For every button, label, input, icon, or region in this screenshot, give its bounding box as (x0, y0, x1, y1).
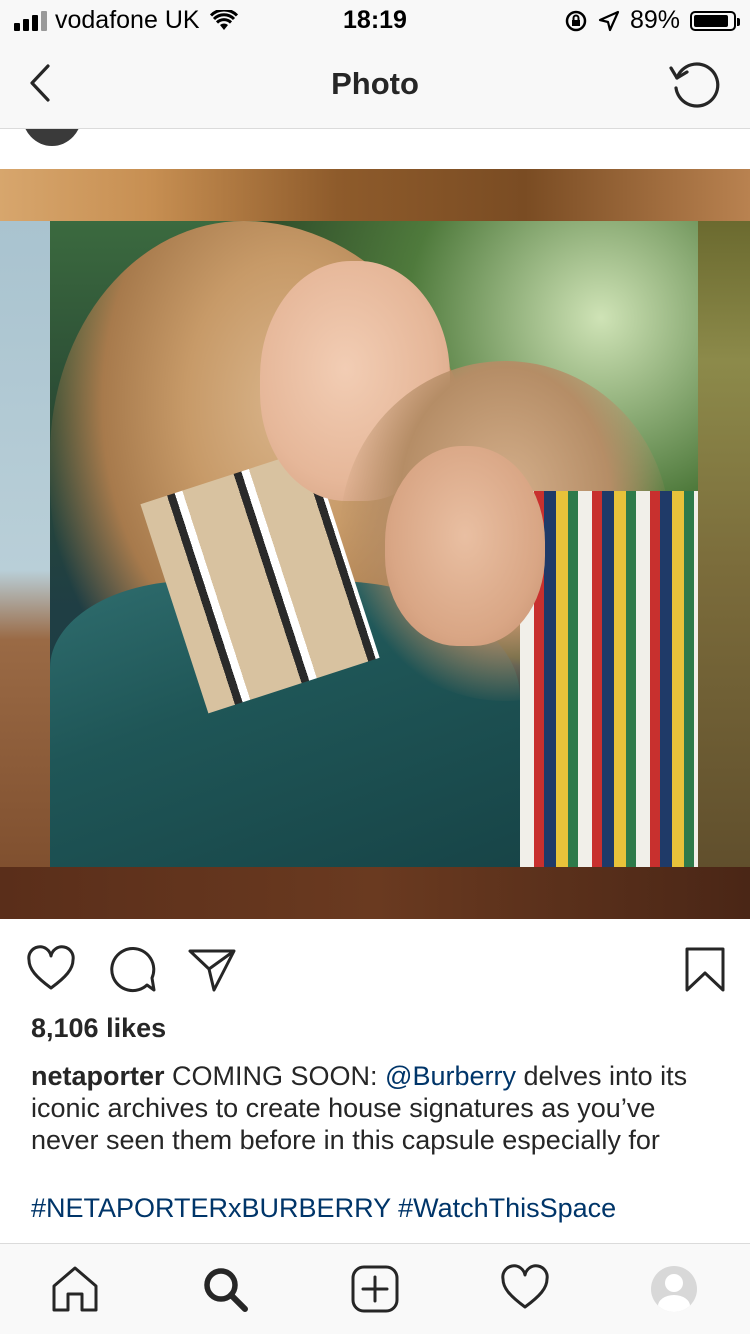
comment-icon[interactable] (107, 945, 157, 995)
tab-bar (0, 1243, 750, 1334)
activity-heart-icon[interactable] (500, 1264, 550, 1314)
search-icon[interactable] (200, 1264, 250, 1314)
caption-username[interactable]: netaporter (31, 1061, 165, 1091)
status-bar: vodafone UK 18:19 89% (0, 0, 750, 40)
nav-bar: Photo (0, 40, 750, 129)
rotation-lock-icon (565, 10, 587, 31)
caption-hashtags[interactable]: #NETAPORTERxBURBERRY #WatchThisSpace (31, 1192, 616, 1224)
home-icon[interactable] (50, 1264, 100, 1314)
share-icon[interactable] (187, 945, 237, 995)
photo-portrait (50, 221, 698, 867)
caption-mention[interactable]: @Burberry (385, 1061, 516, 1091)
location-arrow-icon (598, 10, 620, 31)
bookmark-icon[interactable] (680, 945, 730, 995)
post-actions (0, 919, 750, 1015)
page-title: Photo (331, 66, 419, 101)
post-photo[interactable] (0, 169, 750, 919)
heart-icon[interactable] (26, 945, 76, 995)
post-header (0, 129, 750, 169)
status-right: 89% (564, 6, 740, 35)
refresh-icon[interactable] (668, 58, 722, 112)
add-post-icon[interactable] (350, 1264, 400, 1314)
like-count[interactable]: 8,106 likes (31, 1013, 166, 1044)
profile-avatar[interactable] (651, 1266, 697, 1312)
post-caption: netaporter COMING SOON: @Burberry delves… (31, 1060, 721, 1156)
caption-text-1: COMING SOON: (164, 1061, 386, 1091)
battery-percent: 89% (629, 6, 680, 34)
battery-icon (690, 10, 740, 31)
